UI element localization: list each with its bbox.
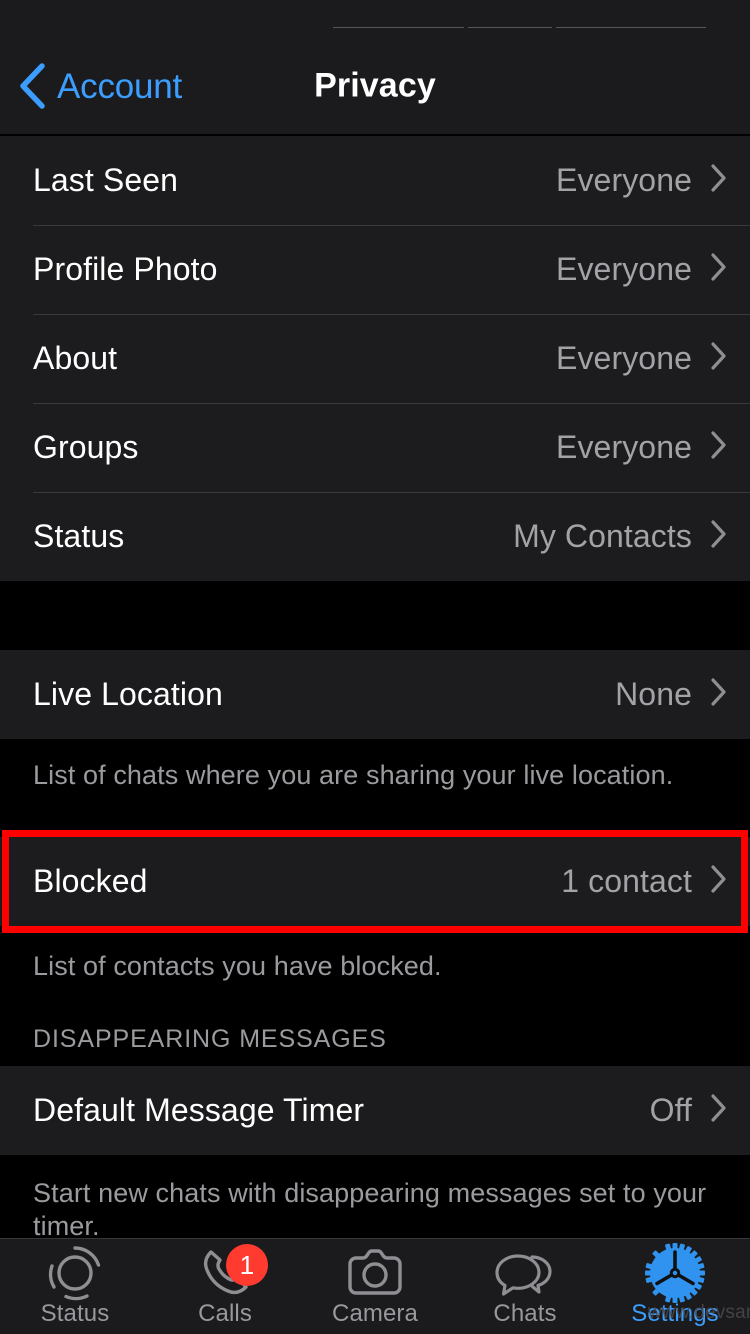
row-status[interactable]: Status My Contacts (0, 492, 750, 581)
section-header-disappearing-messages: DISAPPEARING MESSAGES (0, 1024, 750, 1066)
tab-status[interactable]: Status (0, 1238, 150, 1334)
tab-calls[interactable]: 1 Calls (150, 1238, 300, 1334)
row-default-message-timer[interactable]: Default Message Timer Off (0, 1065, 750, 1155)
row-about[interactable]: About Everyone (0, 314, 750, 403)
section-disappearing-messages: Default Message Timer Off (0, 1065, 750, 1155)
status-rings-icon (44, 1246, 106, 1301)
status-hairline-2 (468, 27, 552, 28)
row-right: Everyone (556, 162, 728, 199)
row-right: Everyone (556, 429, 728, 466)
tab-label: Calls (198, 1300, 252, 1327)
bottom-tab-bar: Status 1 Calls Camera Chats Settings www… (0, 1238, 750, 1334)
page-title: Privacy (314, 66, 436, 105)
chevron-right-icon (710, 341, 728, 376)
phone-icon: 1 (194, 1244, 268, 1297)
row-label: Live Location (33, 676, 223, 712)
status-hairline-3 (556, 27, 706, 28)
row-label: Blocked (33, 862, 148, 899)
section-gap (0, 791, 750, 837)
row-groups[interactable]: Groups Everyone (0, 403, 750, 492)
row-right: None (615, 676, 728, 713)
row-label: Default Message Timer (33, 1091, 365, 1128)
tab-settings[interactable]: Settings (600, 1238, 750, 1334)
section-live-location: Live Location None (0, 650, 750, 739)
section-gap (0, 982, 750, 1025)
chevron-right-icon (710, 677, 728, 712)
row-value: Everyone (556, 251, 692, 287)
chevron-right-icon (710, 163, 728, 198)
chevron-right-icon (710, 430, 728, 465)
row-value: Off (649, 1091, 692, 1128)
row-value: My Contacts (513, 518, 692, 554)
chat-bubbles-icon (494, 1249, 556, 1297)
footnote-live-location: List of chats where you are sharing your… (0, 739, 750, 792)
navigation-bar: Account Privacy (0, 36, 750, 136)
row-value: Everyone (556, 162, 692, 198)
tab-chats[interactable]: Chats (450, 1238, 600, 1334)
row-right: Off (650, 1092, 728, 1129)
row-profile-photo[interactable]: Profile Photo Everyone (0, 225, 750, 314)
row-value: Everyone (556, 340, 692, 376)
row-last-seen[interactable]: Last Seen Everyone (0, 136, 750, 225)
gear-icon (644, 1243, 706, 1303)
status-hairline-1 (333, 27, 464, 28)
tab-label: Chats (493, 1300, 557, 1327)
row-label: Status (33, 518, 125, 554)
tab-label: Camera (332, 1300, 418, 1327)
tab-label: Status (40, 1300, 110, 1327)
row-label: About (33, 340, 118, 376)
phone-screen: Account Privacy Last Seen Everyone Profi… (0, 0, 750, 1334)
row-right: Everyone (556, 340, 728, 377)
row-blocked[interactable]: Blocked 1 contact (0, 836, 750, 926)
section-blocked: Blocked 1 contact (0, 829, 750, 933)
row-value: 1 contact (561, 862, 692, 899)
chevron-right-icon (710, 864, 728, 899)
chevron-right-icon (710, 519, 728, 554)
chevron-right-icon (710, 1093, 728, 1128)
row-value: None (615, 676, 692, 712)
tab-label: Settings (631, 1300, 719, 1327)
section-visibility: Last Seen Everyone Profile Photo Everyon… (0, 136, 750, 581)
row-value: Everyone (556, 429, 692, 465)
row-label: Profile Photo (33, 251, 218, 287)
row-right: Everyone (556, 251, 728, 288)
tab-camera[interactable]: Camera (300, 1238, 450, 1334)
row-right: 1 contact (561, 863, 728, 900)
camera-icon (344, 1249, 406, 1297)
row-live-location[interactable]: Live Location None (0, 650, 750, 739)
row-label: Last Seen (33, 162, 179, 198)
row-right: My Contacts (513, 518, 728, 555)
status-bar-partial (0, 0, 750, 36)
calls-badge: 1 (226, 1244, 268, 1286)
row-label: Groups (33, 429, 139, 465)
footnote-disappearing-messages: Start new chats with disappearing messag… (0, 1154, 750, 1243)
section-gap (0, 581, 750, 650)
footnote-blocked: List of contacts you have blocked. (0, 925, 750, 983)
settings-list: Last Seen Everyone Profile Photo Everyon… (0, 136, 750, 1243)
chevron-right-icon (710, 252, 728, 287)
